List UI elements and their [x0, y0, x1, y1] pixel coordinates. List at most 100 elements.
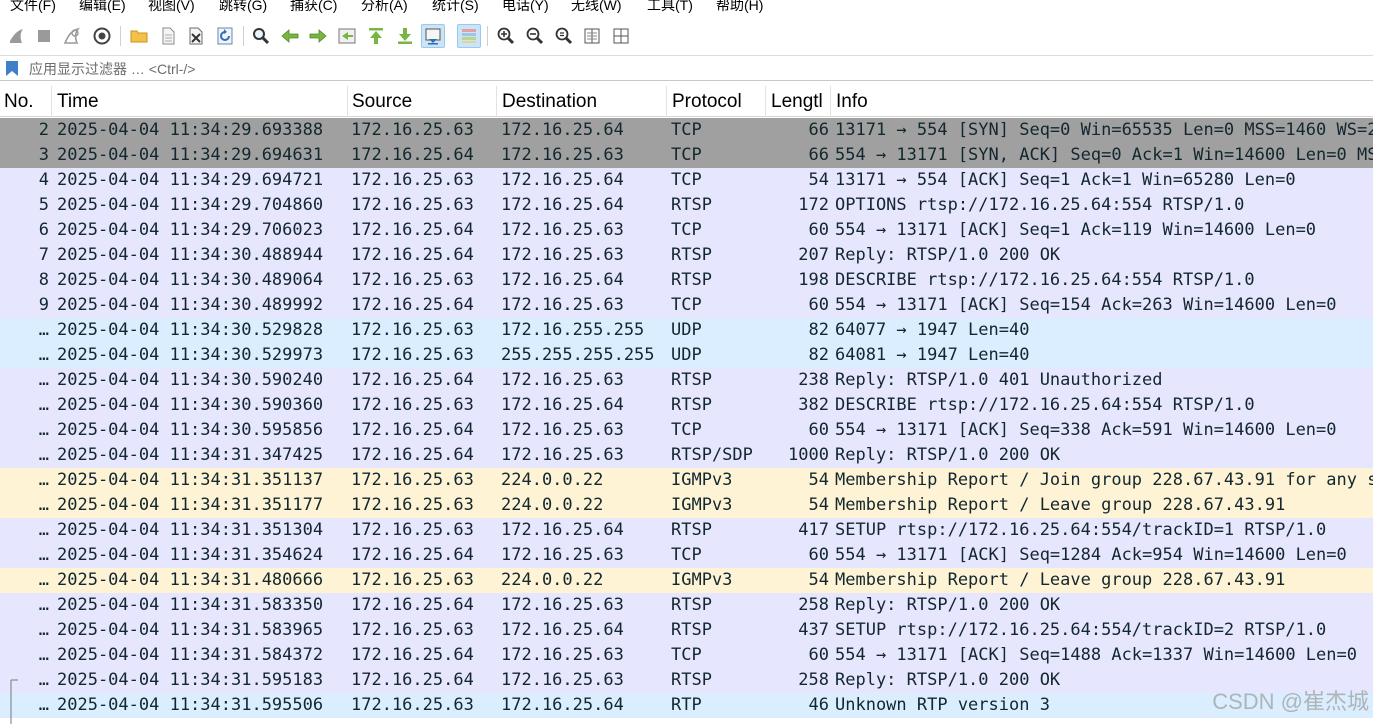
column-header-protocol[interactable]: Protocol [668, 86, 766, 117]
forward-arrow-icon[interactable] [306, 24, 330, 48]
close-file-icon[interactable] [184, 24, 208, 48]
cell-info: 64077 → 1947 Len=40 [835, 320, 1030, 340]
cell-time: 2025-04-04 11:34:30.529973 [57, 345, 324, 365]
cell-destination: 172.16.25.64 [501, 120, 624, 140]
packet-row[interactable]: … 2025-04-04 11:34:31.351304 172.16.25.63 1… [0, 518, 1373, 543]
packet-row[interactable]: … 2025-04-04 11:34:31.351137 172.16.25.63 2… [0, 468, 1373, 493]
cell-source: 172.16.25.63 [351, 695, 474, 715]
autoscroll-icon[interactable] [421, 24, 445, 48]
back-arrow-icon[interactable] [278, 24, 302, 48]
menu-file[interactable]: 文件(F) [10, 0, 56, 15]
last-packet-icon[interactable] [393, 24, 417, 48]
menu-view[interactable]: 视图(V) [148, 0, 195, 15]
column-header-no[interactable]: No. [0, 86, 52, 117]
cell-no: 3 [38, 145, 49, 165]
cell-source: 172.16.25.64 [351, 545, 474, 565]
packet-row[interactable]: … 2025-04-04 11:34:30.529973 172.16.25.63 2… [0, 343, 1373, 368]
cell-no: … [38, 370, 49, 390]
packet-row[interactable]: … 2025-04-04 11:34:31.595183 172.16.25.64 1… [0, 668, 1373, 693]
resize-columns-icon[interactable] [580, 24, 604, 48]
cell-info: 554 → 13171 [ACK] Seq=1 Ack=119 Win=1460… [835, 220, 1317, 240]
menu-go[interactable]: 跳转(G) [219, 0, 267, 15]
menu-analyze[interactable]: 分析(A) [361, 0, 408, 15]
cell-info: 554 → 13171 [ACK] Seq=1488 Ack=1337 Win=… [835, 645, 1357, 665]
cell-source: 172.16.25.63 [351, 620, 474, 640]
layout-icon[interactable] [609, 24, 633, 48]
packet-row[interactable]: … 2025-04-04 11:34:30.595856 172.16.25.64 1… [0, 418, 1373, 443]
cell-length: 60 [808, 295, 829, 315]
column-header-length[interactable]: Lengtl [767, 86, 831, 117]
cell-destination: 172.16.25.64 [501, 620, 624, 640]
first-packet-icon[interactable] [364, 24, 388, 48]
packet-row[interactable]: … 2025-04-04 11:34:30.590360 172.16.25.63 1… [0, 393, 1373, 418]
packet-row[interactable]: 7 2025-04-04 11:34:30.488944 172.16.25.64 1… [0, 243, 1373, 268]
cell-no: 4 [38, 170, 49, 190]
zoom-reset-icon[interactable] [552, 24, 576, 48]
column-header-time[interactable]: Time [53, 86, 348, 117]
packet-row[interactable]: 8 2025-04-04 11:34:30.489064 172.16.25.63 1… [0, 268, 1373, 293]
packet-row[interactable]: 9 2025-04-04 11:34:30.489992 172.16.25.64 1… [0, 293, 1373, 318]
shark-fin-start-icon[interactable] [5, 24, 29, 48]
cell-length: 60 [808, 645, 829, 665]
column-header-destination[interactable]: Destination [498, 86, 667, 117]
packet-row[interactable]: … 2025-04-04 11:34:31.351177 172.16.25.63 2… [0, 493, 1373, 518]
find-icon[interactable] [249, 24, 273, 48]
cell-destination: 172.16.25.64 [501, 195, 624, 215]
go-to-packet-icon[interactable] [335, 24, 359, 48]
packet-row[interactable]: 5 2025-04-04 11:34:29.704860 172.16.25.63 1… [0, 193, 1373, 218]
cell-info: 13171 → 554 [SYN] Seq=0 Win=65535 Len=0 … [835, 120, 1373, 140]
display-filter-input[interactable] [24, 58, 1369, 79]
menu-tools[interactable]: 工具(T) [647, 0, 693, 15]
cell-protocol: RTSP [671, 670, 712, 690]
packet-row[interactable]: … 2025-04-04 11:34:31.480666 172.16.25.63 2… [0, 568, 1373, 593]
cell-length: 172 [798, 195, 829, 215]
packet-list: No. Time Source Destination Protocol Len… [0, 86, 1373, 724]
packet-row[interactable]: 4 2025-04-04 11:34:29.694721 172.16.25.63 1… [0, 168, 1373, 193]
zoom-out-icon[interactable] [523, 24, 547, 48]
menu-capture[interactable]: 捕获(C) [290, 0, 337, 15]
cell-protocol: RTSP [671, 595, 712, 615]
cell-no: 2 [38, 120, 49, 140]
cell-info: DESCRIBE rtsp://172.16.25.64:554 RTSP/1.… [835, 270, 1255, 290]
zoom-in-icon[interactable] [494, 24, 518, 48]
cell-source: 172.16.25.64 [351, 245, 474, 265]
packet-row[interactable]: … 2025-04-04 11:34:31.347425 172.16.25.64 1… [0, 443, 1373, 468]
packet-row[interactable]: … 2025-04-04 11:34:30.529828 172.16.25.63 1… [0, 318, 1373, 343]
packet-row[interactable]: 3 2025-04-04 11:34:29.694631 172.16.25.64 1… [0, 143, 1373, 168]
cell-destination: 172.16.25.63 [501, 545, 624, 565]
column-header-info[interactable]: Info [832, 86, 1373, 117]
packet-row[interactable]: 2 2025-04-04 11:34:29.693388 172.16.25.63 1… [0, 118, 1373, 143]
menu-edit[interactable]: 编辑(E) [79, 0, 126, 15]
cell-no: 8 [38, 270, 49, 290]
packet-row[interactable]: … 2025-04-04 11:34:30.590240 172.16.25.64 1… [0, 368, 1373, 393]
menu-statistics[interactable]: 统计(S) [432, 0, 479, 15]
packet-row[interactable]: … 2025-04-04 11:34:31.584372 172.16.25.64 1… [0, 643, 1373, 668]
stop-square-icon[interactable] [32, 24, 56, 48]
column-header-source[interactable]: Source [348, 86, 497, 117]
cell-time: 2025-04-04 11:34:30.489992 [57, 295, 324, 315]
cell-no: 5 [38, 195, 49, 215]
colorize-icon[interactable] [457, 24, 481, 48]
packet-row[interactable]: … 2025-04-04 11:34:31.583350 172.16.25.64 1… [0, 593, 1373, 618]
restart-fin-icon[interactable] [60, 24, 84, 48]
cell-protocol: TCP [671, 145, 702, 165]
menu-help[interactable]: 帮助(H) [716, 0, 763, 15]
packet-row[interactable]: … 2025-04-04 11:34:31.354624 172.16.25.64 1… [0, 543, 1373, 568]
packet-row[interactable]: 6 2025-04-04 11:34:29.706023 172.16.25.64 1… [0, 218, 1373, 243]
packet-row[interactable]: … 2025-04-04 11:34:31.595506 172.16.25.63 1… [0, 693, 1373, 718]
cell-no: … [38, 495, 49, 515]
packet-row[interactable]: … 2025-04-04 11:34:31.583965 172.16.25.63 1… [0, 618, 1373, 643]
open-folder-icon[interactable] [127, 24, 151, 48]
cell-time: 2025-04-04 11:34:31.584372 [57, 645, 324, 665]
options-gear-icon[interactable] [90, 24, 114, 48]
cell-destination: 172.16.25.64 [501, 395, 624, 415]
menu-wireless[interactable]: 无线(W) [571, 0, 622, 15]
cell-no: … [38, 645, 49, 665]
menu-telephony[interactable]: 电话(Y) [502, 0, 549, 15]
cell-time: 2025-04-04 11:34:31.351137 [57, 470, 324, 490]
cell-destination: 224.0.0.22 [501, 495, 604, 515]
reload-icon[interactable] [213, 24, 237, 48]
cell-destination: 172.16.25.64 [501, 520, 624, 540]
bookmark-icon[interactable] [5, 60, 19, 77]
file-icon[interactable] [156, 24, 180, 48]
